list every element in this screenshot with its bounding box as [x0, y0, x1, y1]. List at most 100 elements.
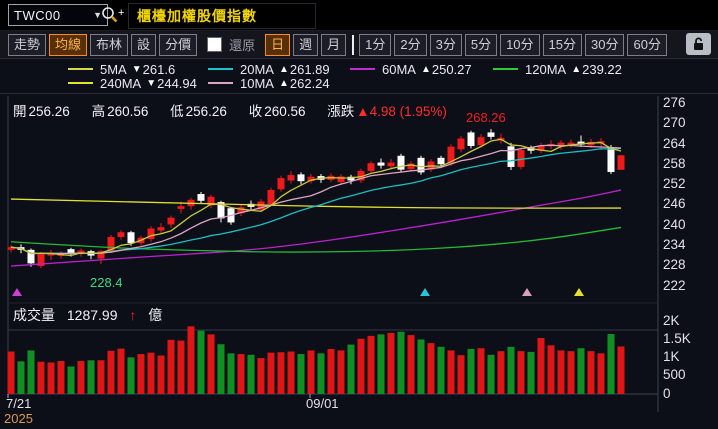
- legend-item-20ma: 20MA ▲ 261.89: [208, 61, 330, 77]
- volume-bar: [107, 350, 115, 394]
- minute-tab-1[interactable]: 2分: [394, 33, 427, 56]
- search-icon: +: [102, 7, 124, 23]
- legend-line-sample: [68, 68, 93, 70]
- legend-item-120ma: 120MA ▲ 239.22: [493, 62, 622, 77]
- volume-bar: [367, 335, 375, 394]
- ma-line-120ma: [10, 226, 622, 253]
- volume-bar: [337, 350, 345, 394]
- volume-unit: 億: [148, 307, 163, 323]
- volume-bar: [347, 344, 355, 394]
- volume-bar: [487, 354, 495, 394]
- toolbar-separator: [352, 34, 355, 55]
- volume-label: 成交量: [13, 307, 55, 323]
- volume-bar: [257, 358, 265, 394]
- lock-button[interactable]: [686, 33, 711, 55]
- restore-label: 還原: [229, 38, 256, 53]
- volume-bar: [307, 350, 315, 394]
- legend-direction-triangle: ▼: [131, 63, 142, 75]
- price-axis-tick-222: 222: [663, 277, 686, 293]
- legend-ma-name: 5MA: [100, 61, 127, 77]
- view-tab-0[interactable]: 走勢: [8, 33, 47, 56]
- legend-direction-triangle: ▲: [571, 63, 582, 75]
- volume-bar: [607, 334, 615, 394]
- page-title: 櫃檯加權股價指數: [137, 8, 257, 24]
- minute-tab-0[interactable]: 1分: [359, 33, 392, 56]
- signal-marker-triangle-1: [420, 288, 430, 296]
- period-tab-0[interactable]: 日: [265, 33, 291, 56]
- volume-bar: [537, 338, 545, 394]
- minute-tab-7[interactable]: 60分: [627, 33, 667, 56]
- close-value: 260.56: [264, 104, 306, 119]
- volume-bar: [187, 326, 195, 394]
- volume-bar: [67, 366, 75, 394]
- low-label: 低: [170, 104, 184, 119]
- volume-bar: [507, 346, 515, 394]
- price-axis-tick-264: 264: [663, 135, 686, 151]
- candle-body: [167, 217, 175, 225]
- candle-body: [377, 162, 385, 166]
- candle-body: [267, 189, 275, 205]
- candle-body: [287, 175, 295, 181]
- candle-body: [387, 162, 395, 167]
- period-tab-2[interactable]: 月: [321, 33, 347, 56]
- volume-bar: [357, 338, 365, 394]
- candle-body: [127, 232, 135, 244]
- volume-bar: [147, 352, 155, 394]
- volume-bar: [567, 351, 575, 394]
- legend-ma-value: 244.94: [157, 75, 197, 91]
- view-tab-2[interactable]: 布林: [90, 33, 129, 56]
- volume-value: 1287.99: [66, 307, 118, 323]
- volume-bar: [547, 345, 555, 394]
- top-bar: TWC00 ▼ + 櫃檯加權股價指數: [0, 0, 718, 31]
- candle-body: [367, 163, 375, 172]
- volume-bar: [447, 350, 455, 394]
- volume-bar: [297, 354, 305, 394]
- view-tab-1[interactable]: 均線: [49, 33, 88, 56]
- volume-bar: [587, 351, 595, 394]
- minute-tab-6[interactable]: 30分: [585, 33, 625, 56]
- volume-bar: [617, 346, 625, 394]
- volume-bar: [17, 361, 25, 394]
- signal-marker-triangle-3: [574, 288, 584, 296]
- legend-ma-value: 261.89: [289, 61, 330, 77]
- instrument-title-box: 櫃檯加權股價指數: [128, 3, 316, 29]
- minute-tab-2[interactable]: 3分: [429, 33, 462, 56]
- volume-bar: [117, 348, 125, 394]
- signal-marker-triangle-2: [522, 288, 532, 296]
- legend-item-5ma: 5MA ▼ 261.6: [68, 61, 175, 77]
- chart-toolbar: 走勢 均線 布林設分價 還原日週月 1分 2分 3分 5分 10分 15分 30分 60分: [0, 31, 718, 59]
- volume-bar: [417, 339, 425, 394]
- candlestick-chart-canvas[interactable]: [0, 94, 718, 429]
- volume-bar: [237, 354, 245, 394]
- minute-tab-4[interactable]: 10分: [500, 33, 540, 56]
- period-tab-1[interactable]: 週: [293, 33, 319, 56]
- price-axis-tick-234: 234: [663, 237, 686, 253]
- volume-bar: [127, 357, 135, 394]
- volume-up-arrow-icon: ↑: [129, 307, 137, 323]
- legend-direction-triangle: ▲: [278, 77, 289, 89]
- legend-ma-name: 20MA: [240, 61, 274, 77]
- restore-checkbox[interactable]: [207, 37, 223, 52]
- view-tab-3[interactable]: 設: [131, 33, 157, 56]
- volume-bar: [267, 352, 275, 394]
- trough-price-annotation: 228.4: [90, 275, 123, 290]
- legend-ma-name: 240MA: [100, 75, 142, 91]
- legend-ma-name: 10MA: [240, 75, 274, 91]
- legend-direction-triangle: ▲: [278, 63, 289, 75]
- legend-item-60ma: 60MA ▲ 250.27: [350, 61, 472, 77]
- minute-tab-5[interactable]: 15分: [542, 33, 583, 56]
- legend-ma-name: 60MA: [382, 61, 416, 77]
- candle-body: [457, 138, 465, 150]
- volume-bar: [167, 339, 175, 394]
- view-tab-4[interactable]: 分價: [159, 33, 198, 56]
- legend-ma-value: 250.27: [431, 61, 472, 77]
- volume-bar: [37, 361, 45, 394]
- symbol-selector[interactable]: TWC00 ▼: [8, 4, 108, 26]
- volume-bar: [277, 352, 285, 394]
- minute-tab-3[interactable]: 5分: [464, 33, 498, 56]
- search-button[interactable]: +: [100, 4, 130, 26]
- volume-bar: [377, 334, 385, 394]
- restore-checkbox-wrap[interactable]: 還原: [207, 35, 255, 54]
- volume-bar: [137, 354, 145, 394]
- signal-marker-triangle-0: [12, 288, 22, 296]
